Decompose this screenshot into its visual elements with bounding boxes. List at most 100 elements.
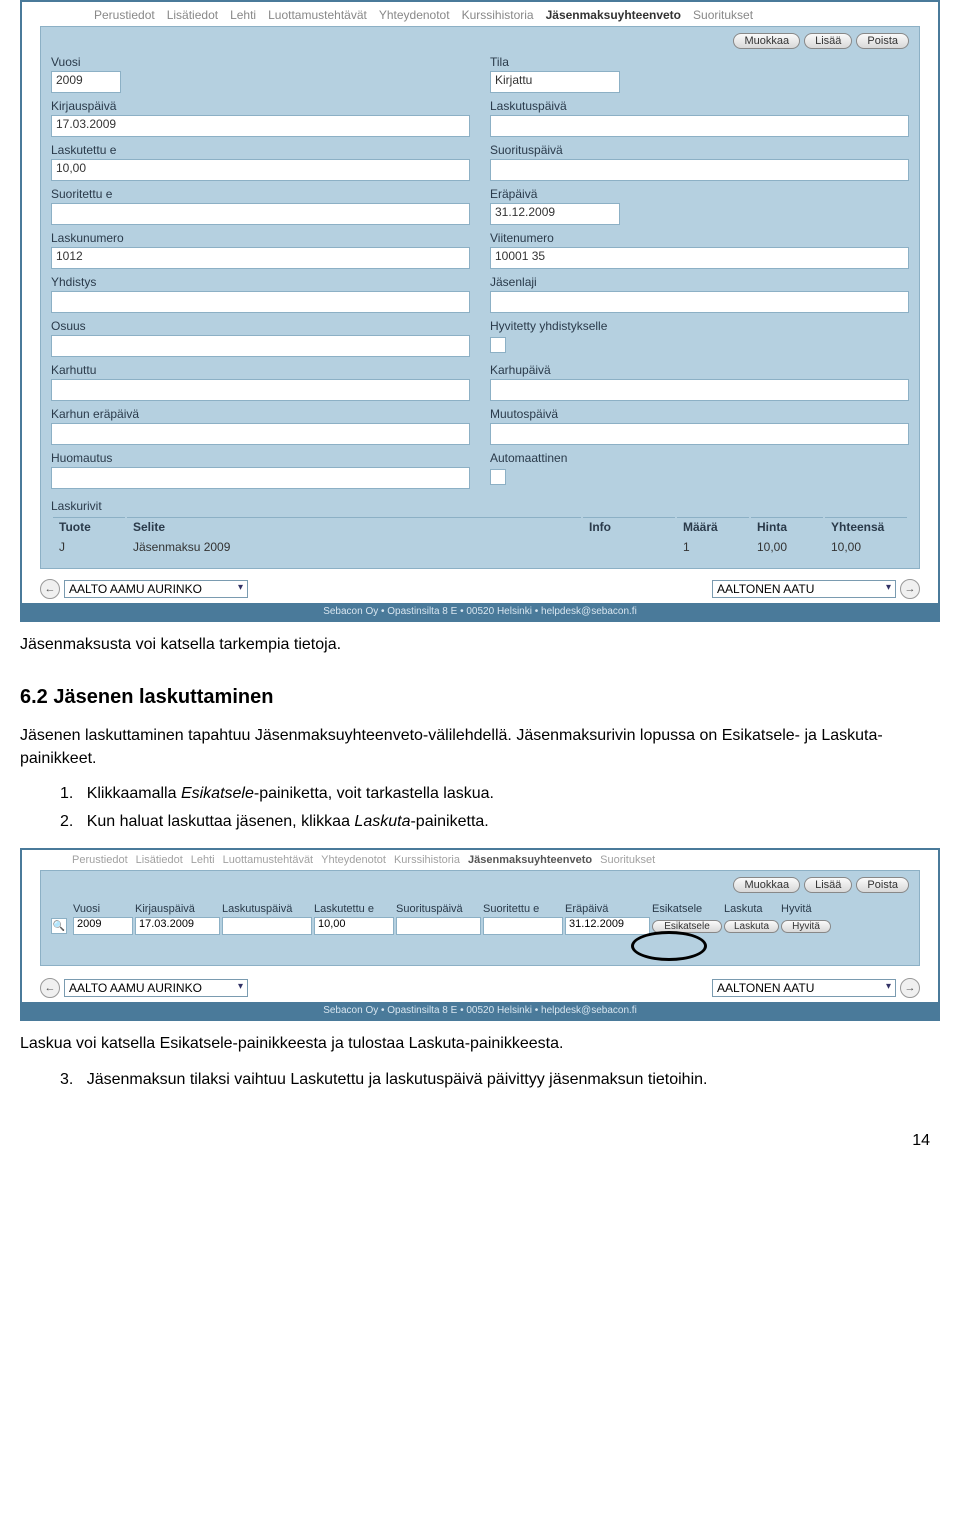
th-info: Info <box>583 517 675 536</box>
row-vuosi[interactable]: 2009 <box>73 917 133 935</box>
th-selite: Selite <box>127 517 581 536</box>
tila-input[interactable]: Kirjattu <box>490 71 620 93</box>
paragraph-3: Laskua voi katsella Esikatsele-painikkee… <box>20 1033 940 1055</box>
h2-laskutettu: Laskutettu e <box>314 903 394 915</box>
karhuttu-input[interactable] <box>51 379 470 401</box>
tab-jasenmaksuyhteenveto[interactable]: Jäsenmaksuyhteenveto <box>544 6 683 26</box>
tab-luottamustehtavat[interactable]: Luottamustehtävät <box>266 6 369 26</box>
tab-yhteydenotot[interactable]: Yhteydenotot <box>377 6 452 26</box>
jasenlaji-label: Jäsenlaji <box>490 275 909 289</box>
hyvita-button[interactable]: Hyvitä <box>781 920 831 933</box>
tab2-jasenmaksuyhteenveto[interactable]: Jäsenmaksuyhteenveto <box>468 854 592 866</box>
tab2-luottamustehtavat[interactable]: Luottamustehtävät <box>223 854 314 866</box>
toolbar: Muokkaa Lisää Poista <box>51 33 909 49</box>
osuus-input[interactable] <box>51 335 470 357</box>
toolbar-2: Muokkaa Lisää Poista <box>51 877 909 893</box>
prev-left-icon-2[interactable]: ← <box>40 978 60 998</box>
yhdistys-input[interactable] <box>51 291 470 313</box>
huomautus-input[interactable] <box>51 467 470 489</box>
prev-left-icon[interactable]: ← <box>40 579 60 599</box>
laskuta-button[interactable]: Laskuta <box>724 920 779 933</box>
row-kirjaus[interactable]: 17.03.2009 <box>135 917 220 935</box>
poista-button-2[interactable]: Poista <box>856 877 909 893</box>
karhunera-input[interactable] <box>51 423 470 445</box>
laskunumero-input[interactable]: 1012 <box>51 247 470 269</box>
row-laskutettu[interactable]: 10,00 <box>314 917 394 935</box>
tab-perustiedot[interactable]: Perustiedot <box>92 6 157 26</box>
th-yhteensa: Yhteensä <box>825 517 907 536</box>
tab2-lehti[interactable]: Lehti <box>191 854 215 866</box>
row-suoritettu[interactable] <box>483 917 563 935</box>
kirjauspaiva-input[interactable]: 17.03.2009 <box>51 115 470 137</box>
viitenumero-input[interactable]: 10001 35 <box>490 247 909 269</box>
h2-suoritettu: Suoritettu e <box>483 903 563 915</box>
list-row: 🔍 2009 17.03.2009 10,00 31.12.2009 Esika… <box>51 917 909 935</box>
muutospaiva-input[interactable] <box>490 423 909 445</box>
tab2-lisatiedot[interactable]: Lisätiedot <box>136 854 183 866</box>
muokkaa-button[interactable]: Muokkaa <box>733 33 800 49</box>
section-heading: 6.2 Jäsenen laskuttaminen <box>20 686 940 709</box>
hyvitetty-checkbox[interactable] <box>490 337 506 353</box>
jasenlaji-input[interactable] <box>490 291 909 313</box>
next-right-icon[interactable]: → <box>900 579 920 599</box>
suorituspaiva-input[interactable] <box>490 159 909 181</box>
laskutettu-label: Laskutettu e <box>51 143 470 157</box>
tab2-kurssihistoria[interactable]: Kurssihistoria <box>394 854 460 866</box>
list-header: Vuosi Kirjauspäivä Laskutuspäivä Laskute… <box>51 903 909 915</box>
cell-tuote: J <box>53 538 125 556</box>
esikatsele-button[interactable]: Esikatsele <box>652 920 722 933</box>
cell-yhteensa: 10,00 <box>825 538 907 556</box>
yhdistys-label: Yhdistys <box>51 275 470 289</box>
vuosi-input[interactable]: 2009 <box>51 71 121 93</box>
h2-suorpaiva: Suorituspäivä <box>396 903 481 915</box>
muokkaa-button-2[interactable]: Muokkaa <box>733 877 800 893</box>
magnify-icon[interactable]: 🔍 <box>51 918 67 934</box>
h2-esikatsele: Esikatsele <box>652 903 722 915</box>
right-combo-2[interactable]: AALTONEN AATU <box>712 979 896 997</box>
nav-row-2: ← AALTO AAMU AURINKO AALTONEN AATU → <box>22 974 938 1002</box>
row-suorpaiva[interactable] <box>396 917 481 935</box>
left-combo-2[interactable]: AALTO AAMU AURINKO <box>64 979 248 997</box>
table-row: J Jäsenmaksu 2009 1 10,00 10,00 <box>53 538 907 556</box>
cell-selite: Jäsenmaksu 2009 <box>127 538 581 556</box>
th-tuote: Tuote <box>53 517 125 536</box>
karhupaiva-input[interactable] <box>490 379 909 401</box>
lisaa-button[interactable]: Lisää <box>804 33 852 49</box>
laskutuspaiva-input[interactable] <box>490 115 909 137</box>
h2-laskuta: Laskuta <box>724 903 779 915</box>
lines-table: Tuote Selite Info Määrä Hinta Yhteensä J… <box>51 515 909 558</box>
cell-info <box>583 538 675 556</box>
h2-kirjaus: Kirjauspäivä <box>135 903 220 915</box>
tab-suoritukset[interactable]: Suoritukset <box>691 6 755 26</box>
th-maara: Määrä <box>677 517 749 536</box>
next-right-icon-2[interactable]: → <box>900 978 920 998</box>
laskutettu-input[interactable]: 10,00 <box>51 159 470 181</box>
automaattinen-checkbox[interactable] <box>490 469 506 485</box>
tab-lisatiedot[interactable]: Lisätiedot <box>165 6 220 26</box>
lisaa-button-2[interactable]: Lisää <box>804 877 852 893</box>
erapaiva-input[interactable]: 31.12.2009 <box>490 203 620 225</box>
poista-button[interactable]: Poista <box>856 33 909 49</box>
h2-laskutus: Laskutuspäivä <box>222 903 312 915</box>
right-combo[interactable]: AALTONEN AATU <box>712 580 896 598</box>
tab-lehti[interactable]: Lehti <box>228 6 258 26</box>
th-hinta: Hinta <box>751 517 823 536</box>
suoritettu-input[interactable] <box>51 203 470 225</box>
tab2-suoritukset[interactable]: Suoritukset <box>600 854 655 866</box>
laskurivit-label: Laskurivit <box>51 499 909 513</box>
left-combo[interactable]: AALTO AAMU AURINKO <box>64 580 248 598</box>
suoritettu-label: Suoritettu e <box>51 187 470 201</box>
erapaiva-label: Eräpäivä <box>490 187 909 201</box>
karhupaiva-label: Karhupäivä <box>490 363 909 377</box>
tab2-yhteydenotot[interactable]: Yhteydenotot <box>321 854 386 866</box>
row-laskutus[interactable] <box>222 917 312 935</box>
tab-bar-2: Perustiedot Lisätiedot Lehti Luottamuste… <box>22 850 938 870</box>
viitenumero-label: Viitenumero <box>490 231 909 245</box>
paragraph-1: Jäsenmaksusta voi katsella tarkempia tie… <box>20 634 940 656</box>
list-panel: Muokkaa Lisää Poista Vuosi Kirjauspäivä … <box>40 870 920 966</box>
tab-kurssihistoria[interactable]: Kurssihistoria <box>460 6 536 26</box>
row-era[interactable]: 31.12.2009 <box>565 917 650 935</box>
list-item-1: 1. Klikkaamalla Esikatsele-painiketta, v… <box>60 782 940 806</box>
tab2-perustiedot[interactable]: Perustiedot <box>72 854 128 866</box>
tila-label: Tila <box>490 55 909 69</box>
